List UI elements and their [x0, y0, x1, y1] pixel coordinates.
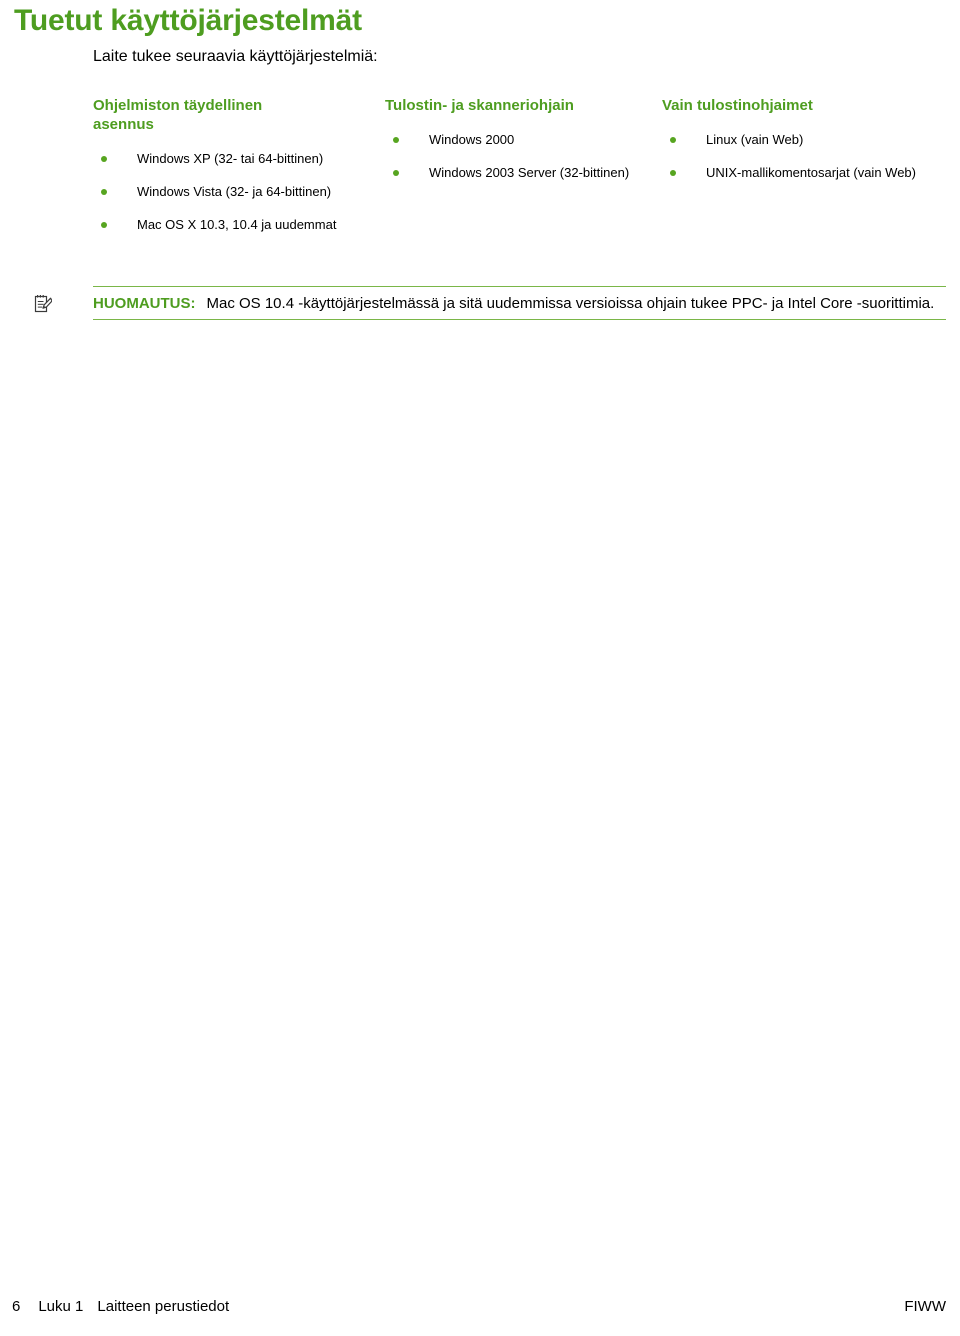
note-label: HUOMAUTUS:	[93, 295, 196, 312]
note-body: HUOMAUTUS: Mac OS 10.4 -käyttöjärjestelmä…	[93, 286, 946, 320]
list-item: Linux (vain Web)	[662, 132, 952, 148]
column-printer-scanner-driver: Tulostin- ja skanneriohjain Windows 2000…	[385, 96, 650, 181]
footer-chapter-title: Laitteen perustiedot	[97, 1298, 230, 1315]
intro-text: Laite tukee seuraavia käyttöjärjestelmiä…	[93, 48, 378, 65]
list-item-label: Mac OS X 10.3, 10.4 ja uudemmat	[137, 217, 337, 232]
footer-locale-code: FIWW	[904, 1298, 946, 1315]
bullet-dot-icon	[670, 170, 676, 176]
page-title: Tuetut käyttöjärjestelmät	[14, 4, 362, 37]
list-item: UNIX-mallikomentosarjat (vain Web)	[662, 165, 952, 181]
list-item: Windows 2003 Server (32-bittinen)	[385, 165, 650, 181]
list-item-label: Windows 2003 Server (32-bittinen)	[429, 165, 630, 180]
footer-chapter: Luku 1	[38, 1298, 84, 1315]
list-item-label: UNIX-mallikomentosarjat (vain Web)	[706, 165, 916, 180]
bullet-dot-icon	[670, 137, 676, 143]
page-footer: 6 Luku 1 Laitteen perustiedot FIWW	[0, 1298, 960, 1324]
footer-page-number: 6	[12, 1298, 21, 1315]
footer-left-group: 6 Luku 1 Laitteen perustiedot	[12, 1298, 229, 1315]
list-item-label: Windows XP (32- tai 64-bittinen)	[137, 151, 324, 166]
bullet-dot-icon	[393, 137, 399, 143]
list-item-label: Windows Vista (32- ja 64-bittinen)	[137, 184, 332, 199]
os-list: Linux (vain Web) UNIX-mallikomentosarjat…	[662, 132, 952, 181]
column-heading: Vain tulostinohjaimet	[662, 97, 813, 114]
note-callout: HUOMAUTUS: Mac OS 10.4 -käyttöjärjestelmä…	[30, 286, 946, 320]
column-heading: Tulostin- ja skanneriohjain	[385, 97, 574, 114]
column-full-software-install: Ohjelmiston täydellinen asennus Windows …	[93, 96, 383, 233]
list-item: Mac OS X 10.3, 10.4 ja uudemmat	[93, 217, 383, 233]
note-text-line: HUOMAUTUS: Mac OS 10.4 -käyttöjärjestelmä…	[93, 293, 946, 315]
note-message: Mac OS 10.4 -käyttöjärjestelmässä ja sit…	[206, 295, 935, 312]
list-item: Windows XP (32- tai 64-bittinen)	[93, 151, 383, 167]
os-list: Windows 2000 Windows 2003 Server (32-bit…	[385, 132, 650, 181]
column-printer-drivers-only: Vain tulostinohjaimet Linux (vain Web) U…	[662, 96, 952, 181]
bullet-dot-icon	[393, 170, 399, 176]
list-item-label: Linux (vain Web)	[706, 132, 804, 147]
list-item: Windows 2000	[385, 132, 650, 148]
bullet-dot-icon	[101, 189, 107, 195]
list-item-label: Windows 2000	[429, 132, 515, 147]
column-heading: Ohjelmiston täydellinen asennus	[93, 97, 263, 133]
note-pencil-icon	[34, 294, 53, 314]
list-item: Windows Vista (32- ja 64-bittinen)	[93, 184, 383, 200]
bullet-dot-icon	[101, 222, 107, 228]
bullet-dot-icon	[101, 156, 107, 162]
os-list: Windows XP (32- tai 64-bittinen) Windows…	[93, 151, 383, 233]
